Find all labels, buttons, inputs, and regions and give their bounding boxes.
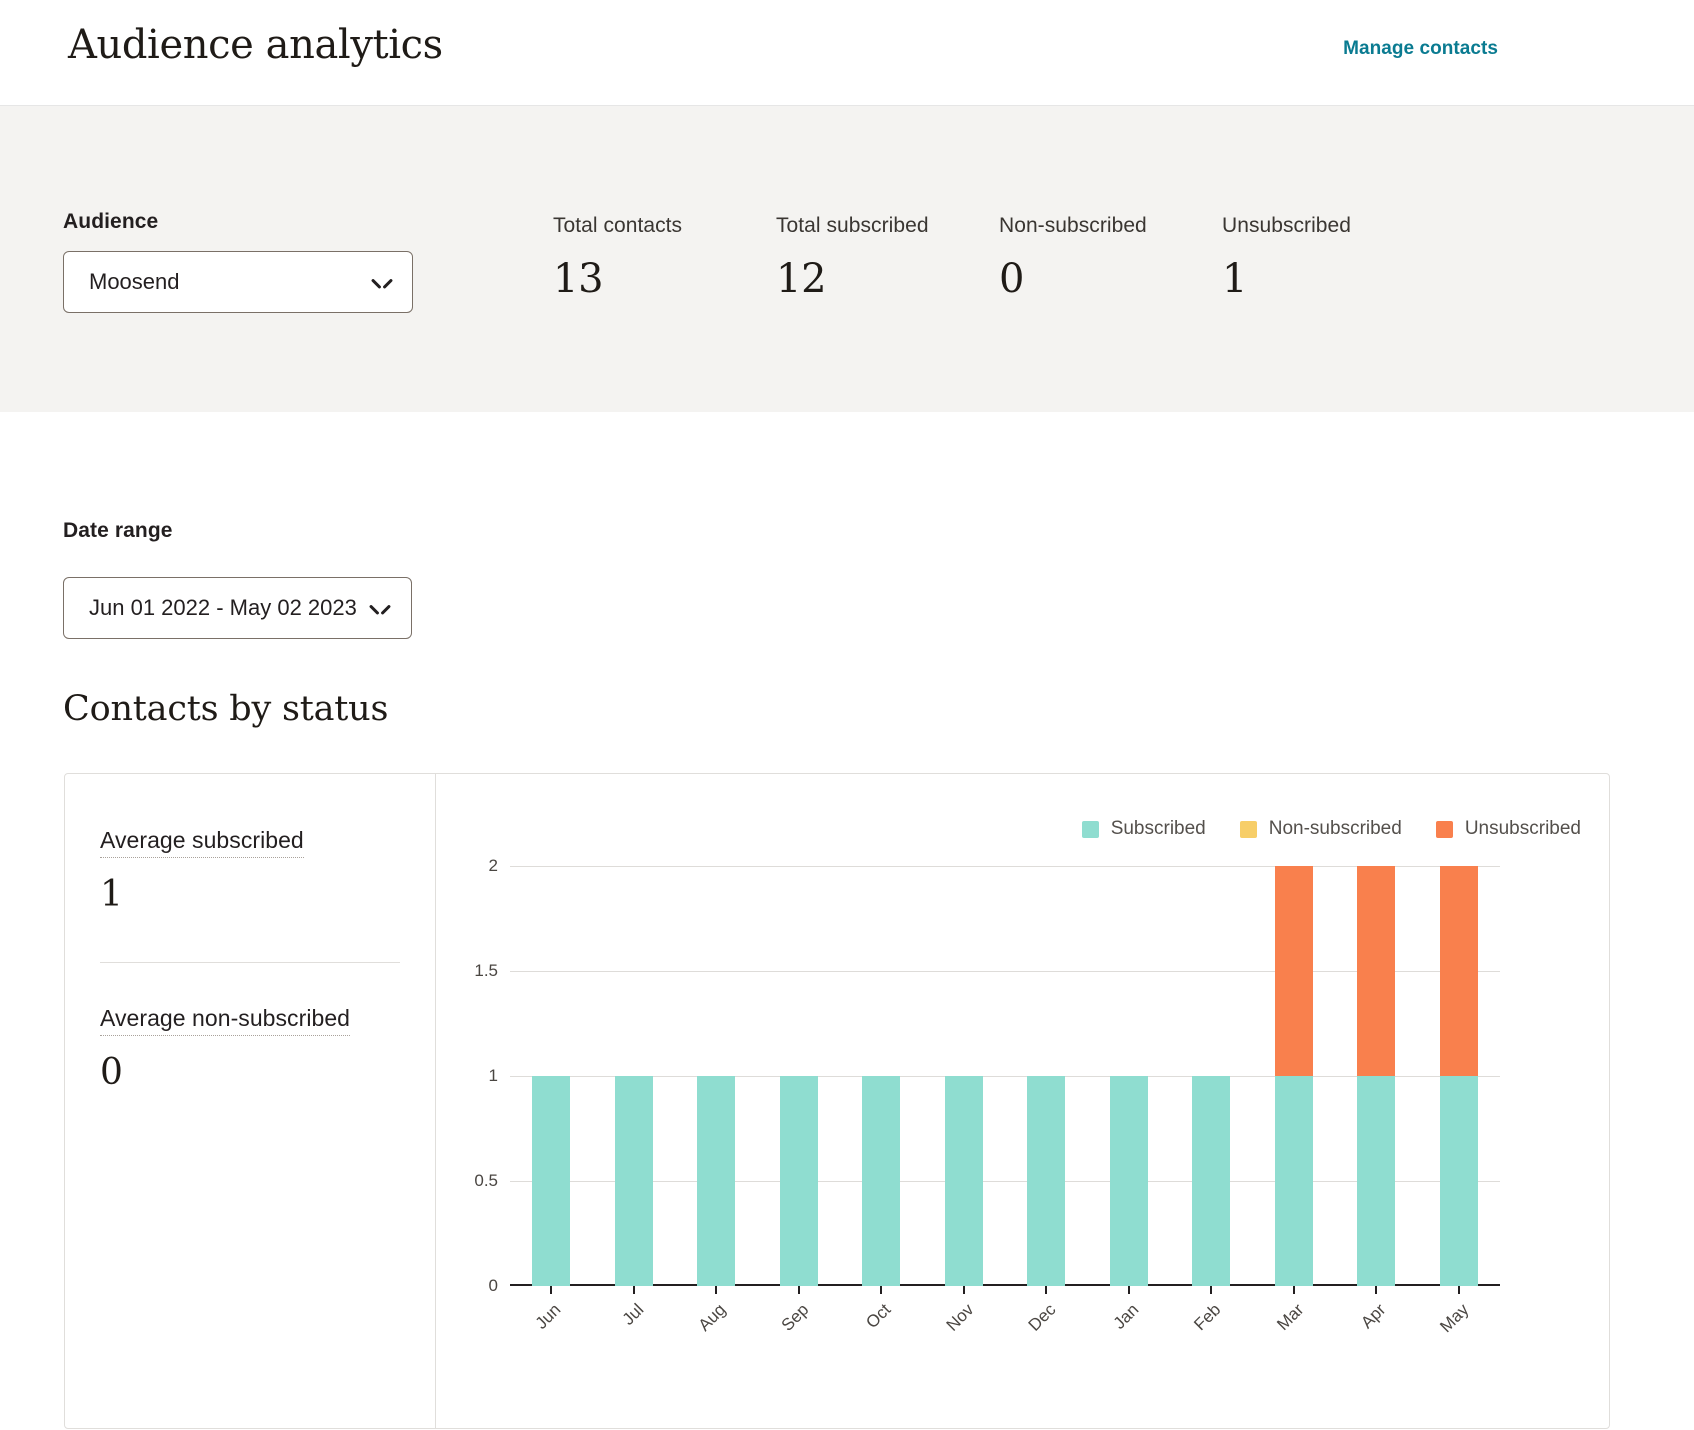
bar-segment[interactable] — [1274, 866, 1313, 1076]
x-axis-tick-label: Jul — [618, 1300, 648, 1329]
x-axis-tick-label: Dec — [1024, 1300, 1060, 1335]
stat-label: Unsubscribed — [1222, 214, 1351, 237]
chart-panel: Subscribed Non-subscribed Unsubscribed 0 0.… — [436, 774, 1609, 1428]
x-axis-tick — [1375, 1286, 1378, 1294]
x-axis-tick-label: Sep — [777, 1300, 813, 1335]
bar-segment[interactable] — [532, 1076, 571, 1286]
page-header: Audience analytics Manage contacts — [0, 0, 1694, 106]
metric-value: 1 — [100, 874, 123, 915]
bar-segment[interactable] — [779, 1076, 818, 1286]
audience-label: Audience — [63, 210, 159, 233]
bar-group[interactable]: Feb — [1170, 866, 1253, 1334]
x-axis-tick — [632, 1286, 635, 1294]
stat-label: Total subscribed — [776, 214, 929, 237]
date-range-value: Jun 01 2022 - May 02 2023 — [89, 595, 357, 620]
contacts-by-status-card: Average subscribed 1 Average non-subscri… — [64, 773, 1610, 1429]
chart-plot-area: 0 0.5 1 1.5 2 Jun Jul Aug Sep Oct Nov Dec Jan Feb Mar A… — [474, 856, 1501, 1336]
date-range-label: Date range — [63, 519, 173, 542]
x-axis-tick-label: Apr — [1357, 1300, 1390, 1333]
x-axis-tick-label: May — [1436, 1300, 1473, 1337]
card-metrics-panel: Average subscribed 1 Average non-subscri… — [65, 774, 436, 1428]
stat-total-contacts: Total contacts 13 — [553, 214, 776, 302]
y-axis-tick-label: 1.5 — [474, 961, 498, 980]
audience-select-value: Moosend — [89, 269, 180, 294]
bar-segment[interactable] — [1357, 1076, 1396, 1286]
manage-contacts-link[interactable]: Manage contacts — [1343, 38, 1498, 60]
bar-group[interactable]: Jun — [510, 866, 593, 1333]
x-axis-tick — [797, 1286, 800, 1294]
bar-segment[interactable] — [862, 1076, 901, 1286]
metric-average-subscribed: Average subscribed 1 — [100, 827, 400, 915]
bar-segment[interactable] — [1439, 866, 1478, 1076]
x-axis-tick — [1045, 1286, 1048, 1294]
stat-non-subscribed: Non-subscribed 0 — [999, 214, 1222, 302]
x-axis-tick — [550, 1286, 553, 1294]
x-axis-tick-label: Nov — [942, 1300, 978, 1335]
y-axis-tick-label: 0.5 — [474, 1171, 498, 1190]
stat-total-subscribed: Total subscribed 12 — [776, 214, 999, 302]
section-title: Contacts by status — [63, 689, 389, 729]
stat-label: Total contacts — [553, 214, 683, 237]
bar-segment[interactable] — [1439, 1076, 1478, 1286]
x-axis-tick-label: Aug — [694, 1300, 730, 1335]
bar-segment[interactable] — [1109, 1076, 1148, 1286]
x-axis-tick — [1292, 1286, 1295, 1294]
bar-group[interactable]: Apr — [1335, 866, 1418, 1332]
summary-stats: Total contacts 13 Total subscribed 12 No… — [553, 214, 1445, 302]
metric-label: Average subscribed — [100, 827, 304, 858]
bar-segment[interactable] — [1274, 1076, 1313, 1286]
bar-group[interactable]: Aug — [675, 866, 758, 1335]
bar-group[interactable]: Jul — [593, 866, 676, 1329]
bar-group[interactable]: May — [1418, 866, 1501, 1336]
stat-value: 1 — [1222, 256, 1248, 302]
chevron-down-icon — [371, 603, 389, 614]
metric-average-non-subscribed: Average non-subscribed 0 — [100, 963, 400, 1093]
x-axis-tick-label: Feb — [1190, 1300, 1225, 1335]
x-axis-tick — [715, 1286, 718, 1294]
bar-segment[interactable] — [1357, 866, 1396, 1076]
stat-unsubscribed: Unsubscribed 1 — [1222, 214, 1445, 302]
bar-group[interactable]: Mar — [1253, 866, 1336, 1334]
bar-segment[interactable] — [944, 1076, 983, 1286]
date-range-group: Date range Jun 01 2022 - May 02 2023 — [63, 519, 412, 639]
summary-band: Audience Moosend Total contacts 13 Total… — [0, 106, 1694, 412]
bar-segment[interactable] — [1192, 1076, 1231, 1286]
bar-group[interactable]: Sep — [758, 866, 841, 1335]
metric-label: Average non-subscribed — [100, 1005, 351, 1036]
x-axis-tick-label: Mar — [1273, 1300, 1308, 1335]
bar-segment[interactable] — [1027, 1076, 1066, 1286]
stat-value: 0 — [999, 256, 1025, 302]
y-axis-tick-label: 0 — [488, 1276, 498, 1295]
contacts-by-status-chart: 0 0.5 1 1.5 2 Jun Jul Aug Sep Oct Nov Dec Jan Feb Mar A… — [436, 774, 1609, 1428]
bar-segment[interactable] — [697, 1076, 736, 1286]
chevron-down-icon — [373, 277, 391, 288]
stat-label: Non-subscribed — [999, 214, 1147, 237]
x-axis-tick — [1210, 1286, 1213, 1294]
audience-selector-group: Audience Moosend — [63, 210, 413, 313]
x-axis-tick-label: Jan — [1109, 1300, 1143, 1333]
bar-group[interactable]: Nov — [923, 866, 1006, 1335]
x-axis-tick-label: Oct — [862, 1300, 895, 1333]
bar-group[interactable]: Jan — [1088, 866, 1171, 1333]
x-axis-tick — [1457, 1286, 1460, 1294]
x-axis-tick — [1127, 1286, 1130, 1294]
date-range-select[interactable]: Jun 01 2022 - May 02 2023 — [63, 577, 412, 639]
stat-value: 13 — [553, 256, 604, 302]
chart-bars: Jun Jul Aug Sep Oct Nov Dec Jan Feb Mar Apr May — [510, 866, 1501, 1336]
y-axis-tick-label: 1 — [488, 1066, 498, 1085]
metric-value: 0 — [100, 1052, 123, 1093]
bar-segment[interactable] — [614, 1076, 653, 1286]
x-axis-tick — [962, 1286, 965, 1294]
bar-group[interactable]: Oct — [840, 866, 923, 1332]
stat-value: 12 — [776, 256, 827, 302]
audience-select[interactable]: Moosend — [63, 251, 413, 313]
bar-group[interactable]: Dec — [1005, 866, 1088, 1335]
y-axis-tick-label: 2 — [488, 856, 498, 875]
x-axis-tick — [880, 1286, 883, 1294]
x-axis-tick-label: Jun — [531, 1300, 565, 1333]
page-title: Audience analytics — [68, 22, 443, 68]
